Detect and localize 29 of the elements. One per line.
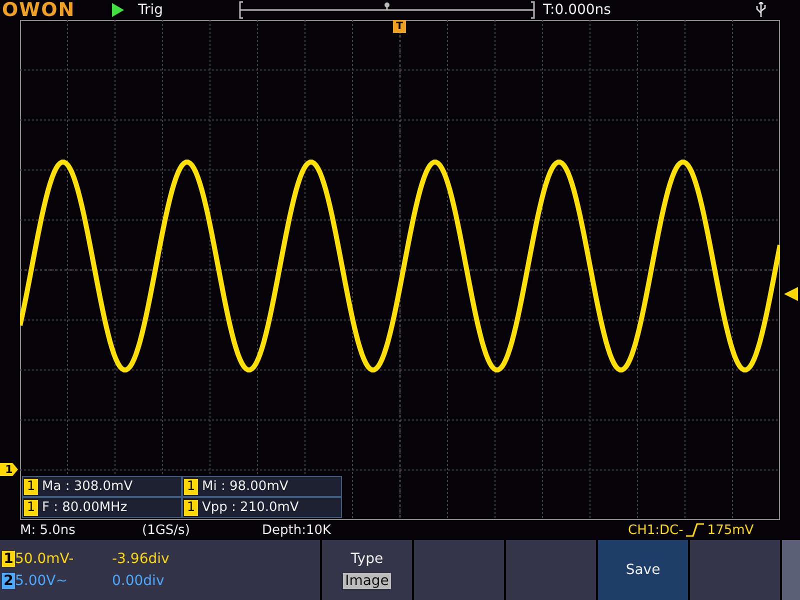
timebase: M: 5.0ns — [20, 522, 76, 538]
measurement-text: Vpp : 210.0mV — [202, 500, 299, 515]
measurement-text: F : 80.00MHz — [42, 500, 128, 515]
channel-badge: 1 — [24, 500, 38, 516]
brand-logo: OWON — [2, 0, 76, 20]
trigger-position-marker[interactable]: T — [393, 20, 406, 33]
rising-edge-icon — [686, 523, 704, 537]
vertical-offset: 0.00div — [112, 573, 164, 589]
channel-badge[interactable]: 2 — [2, 573, 15, 589]
menu-panel-edge — [782, 540, 800, 600]
usb-icon — [756, 2, 766, 18]
measurement-text: Mi : 98.00mV — [202, 479, 288, 494]
vertical-offset: -3.96div — [112, 551, 170, 567]
trigger-level-icon[interactable] — [784, 287, 798, 301]
time-offset: T:0.000ns — [543, 2, 611, 18]
trigger-mode: Trig — [138, 2, 164, 18]
trigger-level: 175mV — [707, 522, 754, 538]
memory-depth: Depth:10K — [262, 522, 332, 538]
save-button[interactable]: Save — [598, 540, 690, 600]
sample-rate: (1GS/s) — [142, 522, 191, 538]
volts-per-div: 5.00V~ — [15, 573, 68, 589]
channel-badge: 1 — [184, 478, 198, 494]
channel-badge: 1 — [24, 478, 38, 494]
channel-badge: 1 — [184, 500, 198, 516]
channel-marker[interactable]: 1 — [0, 463, 18, 476]
trigger-source: CH1:DC- — [628, 522, 684, 538]
measurement-text: Ma : 308.0mV — [42, 479, 133, 494]
channel-badge[interactable]: 1 — [2, 551, 15, 567]
volts-per-div: 50.0mV- — [15, 551, 75, 567]
